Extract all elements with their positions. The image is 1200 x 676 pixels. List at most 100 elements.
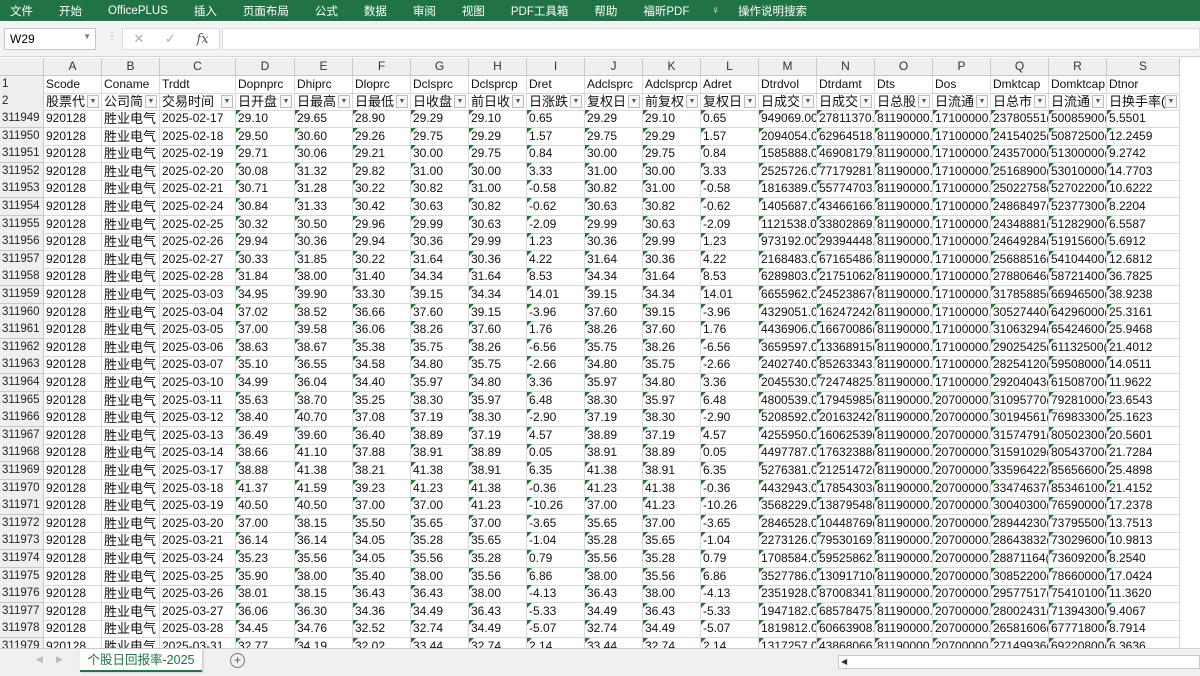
data-cell[interactable]: 59508000( bbox=[1049, 356, 1107, 375]
data-cell[interactable]: 胜业电气 bbox=[102, 180, 160, 199]
data-cell[interactable]: 21751062( bbox=[817, 268, 875, 287]
data-cell[interactable]: 34.34 bbox=[585, 268, 643, 287]
data-cell[interactable]: 24348881( bbox=[991, 215, 1049, 234]
data-cell[interactable]: -4.13 bbox=[701, 585, 759, 604]
ribbon-tab[interactable]: 福昕PDF bbox=[643, 3, 689, 19]
data-cell[interactable]: 4.22 bbox=[527, 250, 585, 269]
data-cell[interactable]: 28254120( bbox=[991, 356, 1049, 375]
data-cell[interactable]: 34.05 bbox=[353, 550, 411, 568]
data-cell[interactable]: 2025-03-13 bbox=[160, 426, 236, 445]
data-cell[interactable]: 30.36 bbox=[643, 250, 701, 269]
data-cell[interactable]: 30.32 bbox=[236, 215, 295, 234]
next-sheet-icon[interactable]: ▶ bbox=[56, 654, 63, 665]
data-cell[interactable]: 胜业电气 bbox=[102, 110, 160, 128]
data-cell[interactable]: 29.65 bbox=[295, 110, 353, 128]
data-cell[interactable]: 20700000. bbox=[933, 391, 991, 410]
data-cell[interactable]: 31574791( bbox=[991, 426, 1049, 445]
data-cell[interactable]: 25.3161 bbox=[1107, 303, 1180, 322]
data-cell[interactable]: 3568229.0 bbox=[759, 497, 817, 516]
data-cell[interactable]: 4800539.0 bbox=[759, 391, 817, 410]
data-cell[interactable]: 73029600( bbox=[1049, 532, 1107, 551]
data-cell[interactable]: 36.7825 bbox=[1107, 268, 1180, 287]
data-cell[interactable]: 2025-03-20 bbox=[160, 514, 236, 533]
data-cell[interactable]: 21251472( bbox=[817, 462, 875, 480]
header-cell[interactable]: Adclsprcp bbox=[643, 76, 701, 94]
data-cell[interactable]: 35.75 bbox=[585, 338, 643, 357]
data-cell[interactable]: 38.00 bbox=[469, 585, 527, 604]
data-cell[interactable]: 胜业电气 bbox=[102, 286, 160, 304]
data-cell[interactable]: 20700000. bbox=[933, 426, 991, 445]
header-cell[interactable]: Adclsprc bbox=[585, 76, 643, 94]
data-cell[interactable]: 34.80 bbox=[585, 356, 643, 375]
data-cell[interactable]: 12.6812 bbox=[1107, 250, 1180, 269]
data-cell[interactable]: 920128 bbox=[44, 356, 102, 375]
data-cell[interactable]: 16247242( bbox=[817, 303, 875, 322]
data-cell[interactable]: 920128 bbox=[44, 479, 102, 498]
data-cell[interactable]: 38.01 bbox=[236, 585, 295, 604]
data-cell[interactable]: 37.60 bbox=[643, 321, 701, 340]
data-cell[interactable]: 30.00 bbox=[469, 162, 527, 181]
data-cell[interactable]: 41.38 bbox=[643, 479, 701, 498]
data-cell[interactable]: 30.63 bbox=[585, 198, 643, 216]
data-cell[interactable]: 34.05 bbox=[353, 532, 411, 551]
data-cell[interactable]: 39.15 bbox=[585, 286, 643, 304]
data-cell[interactable]: 30.36 bbox=[411, 233, 469, 252]
data-cell[interactable]: 0.79 bbox=[527, 550, 585, 568]
data-cell[interactable]: 30.22 bbox=[353, 250, 411, 269]
column-header-L[interactable]: L bbox=[701, 58, 759, 76]
data-cell[interactable]: 28002431( bbox=[991, 602, 1049, 621]
data-cell[interactable]: -2.66 bbox=[527, 356, 585, 375]
data-cell[interactable]: 81190000. bbox=[875, 180, 933, 199]
data-cell[interactable]: 胜业电气 bbox=[102, 585, 160, 604]
header-cell[interactable]: Dret bbox=[527, 76, 585, 94]
data-cell[interactable]: 81190000. bbox=[875, 303, 933, 322]
data-cell[interactable]: 25022758( bbox=[991, 180, 1049, 199]
data-cell[interactable]: 39.60 bbox=[295, 426, 353, 445]
data-cell[interactable]: 35.56 bbox=[295, 550, 353, 568]
data-cell[interactable]: 29.99 bbox=[585, 215, 643, 234]
filter-dropdown-icon[interactable]: ▼ bbox=[87, 95, 99, 108]
data-cell[interactable]: 2094054.0 bbox=[759, 127, 817, 146]
filter-header-cell[interactable]: 复权日 ▼ bbox=[585, 93, 643, 111]
filter-dropdown-icon[interactable]: ▼ bbox=[802, 95, 814, 108]
data-cell[interactable]: 36.04 bbox=[295, 374, 353, 392]
data-cell[interactable]: 31.33 bbox=[295, 198, 353, 216]
data-cell[interactable]: 3.33 bbox=[527, 162, 585, 181]
data-cell[interactable]: 35.28 bbox=[469, 550, 527, 568]
data-cell[interactable]: 38.89 bbox=[469, 444, 527, 463]
data-cell[interactable]: 37.00 bbox=[353, 497, 411, 516]
data-cell[interactable]: 36.40 bbox=[353, 426, 411, 445]
data-cell[interactable]: 920128 bbox=[44, 620, 102, 639]
header-cell[interactable]: Dopnprc bbox=[236, 76, 295, 94]
data-cell[interactable]: 2025-02-21 bbox=[160, 180, 236, 199]
data-cell[interactable]: 25168900( bbox=[991, 162, 1049, 181]
data-cell[interactable]: -2.66 bbox=[701, 356, 759, 375]
data-cell[interactable]: 30.06 bbox=[295, 145, 353, 164]
data-cell[interactable]: 59525862. bbox=[817, 550, 875, 568]
filter-header-cell[interactable]: 前日收 ▼ bbox=[469, 93, 527, 111]
data-cell[interactable]: 17632388( bbox=[817, 444, 875, 463]
data-cell[interactable]: 2025-03-10 bbox=[160, 374, 236, 392]
data-cell[interactable]: 53010000( bbox=[1049, 162, 1107, 181]
data-cell[interactable]: 28871164( bbox=[991, 550, 1049, 568]
data-cell[interactable]: 2025-03-24 bbox=[160, 550, 236, 568]
data-cell[interactable]: 34.45 bbox=[236, 620, 295, 639]
data-cell[interactable]: 20700000. bbox=[933, 567, 991, 586]
data-cell[interactable]: 34.58 bbox=[353, 356, 411, 375]
header-cell[interactable]: Dhiprc bbox=[295, 76, 353, 94]
data-cell[interactable]: 2025-03-07 bbox=[160, 356, 236, 375]
data-cell[interactable]: 0.65 bbox=[701, 110, 759, 128]
data-cell[interactable]: 37.00 bbox=[236, 321, 295, 340]
data-cell[interactable]: 81190000. bbox=[875, 602, 933, 621]
data-cell[interactable]: 30.63 bbox=[411, 198, 469, 216]
data-cell[interactable]: 3.33 bbox=[701, 162, 759, 181]
filter-header-cell[interactable]: 前复权 ▼ bbox=[643, 93, 701, 111]
data-cell[interactable]: 36.43 bbox=[411, 585, 469, 604]
data-cell[interactable]: 38.91 bbox=[411, 444, 469, 463]
data-cell[interactable]: 30527440( bbox=[991, 303, 1049, 322]
data-cell[interactable]: 41.38 bbox=[469, 479, 527, 498]
chevron-down-icon[interactable]: ▼ bbox=[83, 32, 91, 41]
data-cell[interactable]: 胜业电气 bbox=[102, 602, 160, 621]
filter-header-cell[interactable]: 交易时间 ▼ bbox=[160, 93, 236, 111]
select-all-corner[interactable] bbox=[0, 58, 44, 76]
